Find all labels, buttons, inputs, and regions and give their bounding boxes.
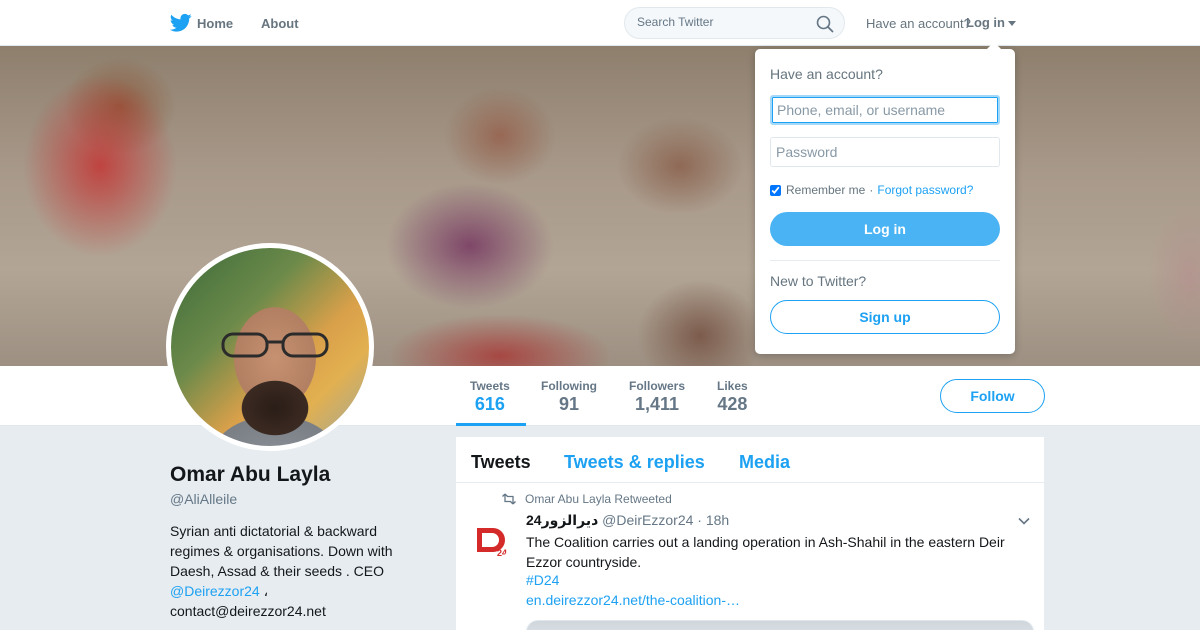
bio-text: Syrian anti dictatorial & backward regim… (170, 523, 393, 579)
stat-likes[interactable]: Likes 428 (717, 379, 748, 415)
tab-tweets[interactable]: Tweets (471, 452, 531, 473)
caret-down-icon[interactable] (1008, 21, 1016, 26)
glasses-shape (221, 332, 329, 358)
remember-separator: · (869, 183, 874, 197)
svg-text:24: 24 (497, 548, 507, 558)
timeline: Tweets Tweets & replies Media Omar Abu L… (456, 437, 1044, 630)
top-nav-bar: Home About Have an account? Log in (0, 0, 1200, 46)
active-tab-indicator (456, 423, 526, 426)
twitter-bird-icon[interactable] (170, 13, 192, 33)
stat-label: Following (541, 379, 597, 393)
login-button[interactable]: Log in (770, 212, 1000, 246)
follow-button[interactable]: Follow (940, 379, 1045, 413)
username-input[interactable] (770, 95, 1000, 125)
profile-name[interactable]: Omar Abu Layla (170, 463, 330, 487)
stat-value: 91 (558, 394, 580, 414)
profile-avatar[interactable] (166, 243, 374, 451)
tweet-timestamp[interactable]: · 18h (697, 512, 729, 528)
tab-media[interactable]: Media (739, 452, 790, 473)
profile-bio: Syrian anti dictatorial & backward regim… (170, 521, 415, 621)
tweet-text: The Coalition carries out a landing oper… (526, 534, 1005, 570)
stat-following[interactable]: Following 91 (541, 379, 597, 415)
have-account-text: Have an account? (866, 16, 971, 31)
chevron-down-icon[interactable] (1018, 517, 1030, 525)
dropdown-title: Have an account? (770, 66, 883, 82)
remember-checkbox[interactable] (770, 184, 781, 196)
login-dropdown-toggle[interactable]: Log in (966, 15, 1005, 30)
stat-value: 1,411 (634, 394, 680, 414)
tweet-link[interactable]: en.deirezzor24.net/the-coalition-… (526, 592, 740, 608)
search-box (624, 7, 845, 39)
bio-mention-link[interactable]: @Deirezzor24 (170, 583, 260, 599)
remember-label[interactable]: Remember me (786, 183, 865, 197)
dropdown-divider (770, 260, 1000, 261)
stat-followers[interactable]: Followers 1,411 (629, 379, 685, 415)
tweet-author-handle[interactable]: @DeirEzzor24 (602, 512, 693, 528)
stat-tweets[interactable]: Tweets 616 (470, 379, 510, 415)
tweet-author-name[interactable]: 24دیرالزور (526, 512, 598, 528)
stat-label: Likes (717, 379, 748, 393)
retweet-context[interactable]: Omar Abu Layla Retweeted (525, 492, 672, 506)
timeline-tabs: Tweets Tweets & replies Media (456, 437, 1044, 483)
nav-home-link[interactable]: Home (197, 16, 233, 31)
new-to-twitter-text: New to Twitter? (770, 273, 867, 289)
tab-tweets-replies[interactable]: Tweets & replies (564, 452, 705, 473)
stat-label: Followers (629, 379, 686, 393)
stat-value: 616 (474, 394, 505, 414)
tweet-hashtag[interactable]: #D24 (526, 572, 559, 588)
bio-email: contact@deirezzor24.net (170, 603, 326, 619)
nav-about-link[interactable]: About (261, 16, 299, 31)
login-dropdown: Have an account? Remember me · Forgot pa… (755, 42, 1015, 354)
tweet-author-avatar[interactable]: 24 (471, 520, 511, 560)
tweet-header: 24دیرالزور @DeirEzzor24 · 18h (526, 512, 729, 529)
tweet-media-card[interactable] (526, 620, 1034, 630)
stat-label: Tweets (470, 379, 510, 393)
stat-value: 428 (717, 394, 748, 414)
search-icon[interactable] (816, 15, 834, 33)
retweet-icon (502, 493, 516, 505)
forgot-password-link[interactable]: Forgot password? (877, 183, 973, 197)
search-input[interactable] (637, 15, 807, 29)
tweet-item[interactable]: Omar Abu Layla Retweeted 24 24دیرالزور @… (456, 484, 1044, 630)
signup-button[interactable]: Sign up (770, 300, 1000, 334)
profile-handle[interactable]: @AliAlleile (170, 491, 237, 507)
password-input[interactable] (770, 137, 1000, 167)
remember-row: Remember me · Forgot password? (770, 183, 973, 197)
bio-separator: ، (263, 583, 269, 599)
